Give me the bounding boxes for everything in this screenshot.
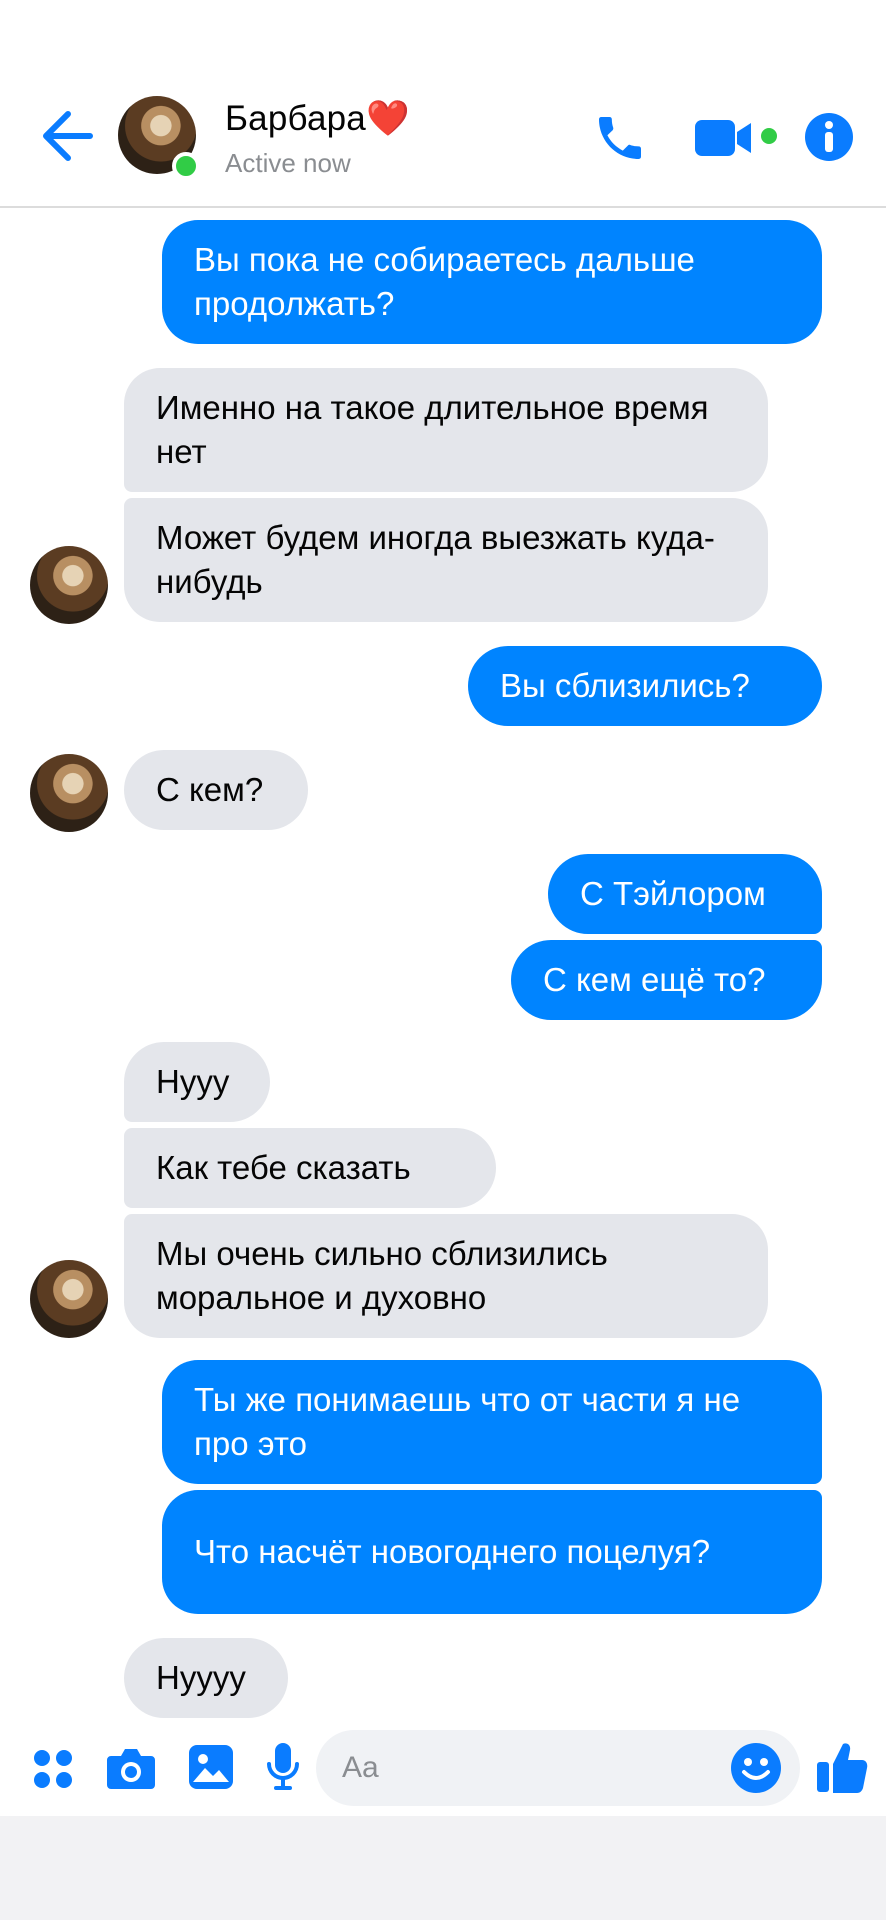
- message-input[interactable]: [316, 1730, 800, 1806]
- message-bubble-received[interactable]: Мы очень сильно сблизились моральное и д…: [124, 1214, 768, 1338]
- camera-icon: [107, 1749, 155, 1789]
- emoji-icon: [731, 1743, 781, 1793]
- message-text: Как тебе сказать: [156, 1149, 411, 1186]
- message-bubble-sent[interactable]: Что насчёт новогоднего поцелуя?: [162, 1490, 822, 1614]
- message-text: Нуууу: [156, 1659, 246, 1696]
- message-bubble-received[interactable]: Может будем иногда выезжать куда-нибудь: [124, 498, 768, 622]
- message-text: Может будем иногда выезжать куда-нибудь: [156, 519, 715, 600]
- message-text: Вы сблизились?: [500, 667, 750, 704]
- message-text: Что насчёт новогоднего поцелуя?: [194, 1533, 711, 1570]
- message-text: Нууу: [156, 1063, 230, 1100]
- phone-icon: [599, 117, 641, 159]
- contact-name[interactable]: Барбара❤️: [225, 98, 410, 139]
- apps-button[interactable]: [32, 1748, 74, 1790]
- message-bubble-sent[interactable]: С кем ещё то?: [511, 940, 822, 1020]
- message-bubble-sent[interactable]: Вы сблизились?: [468, 646, 822, 726]
- messenger-chat-screen: Барбара❤️ Active now Вы пока не собирает…: [0, 0, 886, 1920]
- message-composer: [0, 1720, 886, 1820]
- message-list[interactable]: Вы пока не собираетесь дальше продолжать…: [0, 210, 886, 1720]
- contact-status: Active now: [225, 148, 351, 178]
- system-navigation-bar: [0, 1816, 886, 1920]
- emoji-button[interactable]: [730, 1742, 782, 1794]
- voice-message-button[interactable]: [266, 1742, 300, 1792]
- online-indicator: [172, 152, 200, 180]
- message-bubble-received[interactable]: Нуууу: [124, 1638, 288, 1718]
- message-text: С кем?: [156, 771, 264, 808]
- back-arrow-icon: [43, 111, 93, 161]
- apps-grid-icon: [34, 1750, 72, 1788]
- camera-button[interactable]: [106, 1746, 156, 1790]
- avatar[interactable]: [30, 754, 108, 832]
- message-bubble-sent[interactable]: Ты же понимаешь что от части я не про эт…: [162, 1360, 822, 1484]
- avatar[interactable]: [30, 1260, 108, 1338]
- info-icon: [805, 113, 853, 161]
- message-text: С кем ещё то?: [543, 961, 766, 998]
- avatar[interactable]: [30, 546, 108, 624]
- message-text: Ты же понимаешь что от части я не про эт…: [194, 1381, 741, 1462]
- message-bubble-received[interactable]: С кем?: [124, 750, 308, 830]
- contact-avatar[interactable]: [118, 96, 200, 180]
- thumbs-up-icon: [817, 1743, 868, 1793]
- message-text: Именно на такое длительное время нет: [156, 389, 709, 470]
- message-bubble-received[interactable]: Как тебе сказать: [124, 1128, 496, 1208]
- message-bubble-sent[interactable]: Вы пока не собираетесь дальше продолжать…: [162, 220, 822, 344]
- message-text: Вы пока не собираетесь дальше продолжать…: [194, 241, 695, 322]
- back-button[interactable]: [38, 108, 98, 164]
- info-button[interactable]: [804, 112, 854, 162]
- like-button[interactable]: [816, 1740, 868, 1794]
- video-call-button[interactable]: [695, 114, 787, 162]
- message-bubble-received[interactable]: Именно на такое длительное время нет: [124, 368, 768, 492]
- gallery-button[interactable]: [188, 1744, 234, 1790]
- image-icon: [189, 1745, 233, 1789]
- message-bubble-received[interactable]: Нууу: [124, 1042, 270, 1122]
- microphone-icon: [267, 1743, 299, 1790]
- message-bubble-sent[interactable]: С Тэйлором: [548, 854, 822, 934]
- voice-call-button[interactable]: [592, 110, 648, 166]
- message-text: Мы очень сильно сблизились моральное и д…: [156, 1235, 608, 1316]
- chat-header: Барбара❤️ Active now: [0, 0, 886, 208]
- message-text: С Тэйлором: [580, 875, 766, 912]
- video-camera-icon: [695, 120, 777, 156]
